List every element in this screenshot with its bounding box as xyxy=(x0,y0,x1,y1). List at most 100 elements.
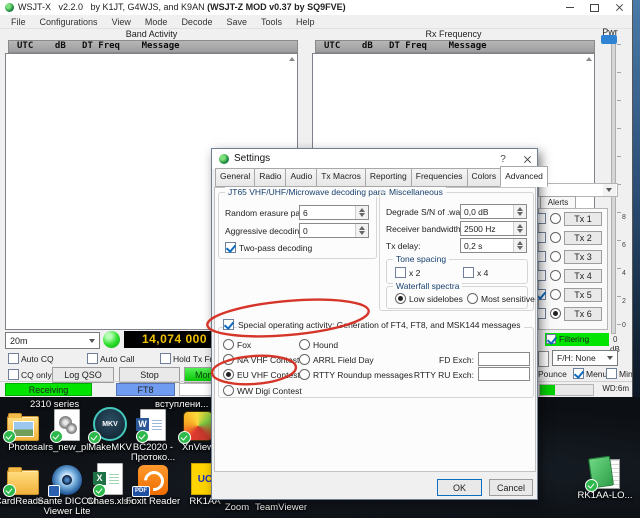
menu-bar: File Configurations View Mode Decode Sav… xyxy=(0,15,632,29)
excel-document-icon: X xyxy=(97,463,123,495)
tab-tx-macros[interactable]: Tx Macros xyxy=(316,168,366,187)
fd-exch-field[interactable] xyxy=(478,352,530,366)
aggressive-level-spinner[interactable]: 0 xyxy=(299,223,369,238)
status-lamp xyxy=(103,331,120,348)
desktop-icon-rk1aa-log[interactable]: RK1AA-LO... xyxy=(582,457,628,501)
menu-tools[interactable]: Tools xyxy=(254,17,289,27)
spinner-arrows-icon[interactable] xyxy=(513,239,526,252)
tx3-button[interactable]: Tx 3 xyxy=(564,250,602,264)
menu-file[interactable]: File xyxy=(4,17,33,27)
ww-digi-radio[interactable] xyxy=(223,385,234,396)
tx-progress-fill xyxy=(540,385,555,395)
rtty-ru-radio[interactable] xyxy=(299,369,310,380)
tx-progress xyxy=(539,384,594,396)
na-vhf-label: NA VHF Contest xyxy=(237,355,299,365)
callsign-combo-partial[interactable] xyxy=(538,183,618,197)
bandwidth-spinner[interactable]: 2500 Hz xyxy=(460,221,527,236)
menu-configurations[interactable]: Configurations xyxy=(33,17,105,27)
hound-radio[interactable] xyxy=(299,339,310,350)
mini-label: Mini xyxy=(619,369,635,379)
scroll-up-icon[interactable] xyxy=(289,57,295,61)
tab-reporting[interactable]: Reporting xyxy=(365,168,412,187)
tab-radio[interactable]: Radio xyxy=(254,168,286,187)
tx2-button[interactable]: Tx 2 xyxy=(564,231,602,245)
tx4-button[interactable]: Tx 4 xyxy=(564,269,602,283)
most-sensitive-radio[interactable] xyxy=(467,293,478,304)
tick-label: 6 xyxy=(622,242,626,249)
menus-checkbox[interactable] xyxy=(573,368,584,379)
eye-icon xyxy=(52,465,82,495)
x4-checkbox[interactable] xyxy=(463,267,474,278)
tab-colors[interactable]: Colors xyxy=(467,168,502,187)
desktop-icon-foxit[interactable]: PDF Foxit Reader xyxy=(130,463,176,507)
tone-spacing-title: Tone spacing xyxy=(393,254,449,264)
two-pass-checkbox[interactable] xyxy=(225,242,236,253)
rtty-exch-field[interactable] xyxy=(478,367,530,381)
mini-checkbox[interactable] xyxy=(606,368,617,379)
tick-label: 2 xyxy=(622,298,626,305)
cancel-button[interactable]: Cancel xyxy=(489,479,533,496)
special-activity-checkbox[interactable] xyxy=(223,319,234,330)
fh-mode-combo[interactable]: F/H: None xyxy=(552,350,618,366)
minimize-button[interactable] xyxy=(558,0,582,15)
degrade-spinner[interactable]: 0,0 dB xyxy=(460,204,527,219)
eu-vhf-radio[interactable] xyxy=(223,369,234,380)
auto-call-checkbox[interactable] xyxy=(87,353,98,364)
menu-save[interactable]: Save xyxy=(219,17,254,27)
desktop-icon-zoom[interactable]: Zoom xyxy=(214,501,260,513)
desktop-icon-sante-dicom[interactable]: Sante DICOM Viewer Lite xyxy=(44,463,90,517)
title-bar[interactable]: WSJT-X v2.2.0 by K1JT, G4WJS, and K9AN (… xyxy=(0,0,632,15)
filtering-toggle[interactable]: Filtering xyxy=(545,333,609,346)
low-sidelobes-radio[interactable] xyxy=(395,293,406,304)
tx2-radio[interactable] xyxy=(550,232,561,243)
maximize-button[interactable] xyxy=(582,0,606,15)
fox-radio[interactable] xyxy=(223,339,234,350)
desktop-icon-alrs[interactable]: alrs_new_pl... xyxy=(44,409,90,453)
tab-general[interactable]: General xyxy=(215,168,255,187)
fox-label: Fox xyxy=(237,340,251,350)
na-vhf-radio[interactable] xyxy=(223,354,234,365)
waterfall-group: Waterfall spectra Low sidelobes Most sen… xyxy=(386,286,528,309)
tab-audio[interactable]: Audio xyxy=(285,168,317,187)
tx1-radio[interactable] xyxy=(550,213,561,224)
spinner-arrows-icon[interactable] xyxy=(513,205,526,218)
tab-advanced[interactable]: Advanced xyxy=(500,166,548,187)
menu-help[interactable]: Help xyxy=(289,17,322,27)
desktop-icon-makemkv[interactable]: MKV MakeMKV xyxy=(87,409,133,453)
tx6-button[interactable]: Tx 6 xyxy=(564,307,602,321)
pwr-slider-handle[interactable] xyxy=(601,35,617,44)
dialog-title-bar[interactable]: Settings ? xyxy=(212,149,537,169)
tx6-radio[interactable] xyxy=(550,308,561,319)
tick-label: 4 xyxy=(622,270,626,277)
hold-tx-freq-checkbox[interactable] xyxy=(160,353,171,364)
ok-button[interactable]: OK xyxy=(437,479,482,496)
menu-view[interactable]: View xyxy=(105,17,138,27)
desktop-icon-bc2020[interactable]: W BC2020 - Протоко... xyxy=(130,409,176,463)
spinner-arrows-icon[interactable] xyxy=(513,222,526,235)
tx5-button[interactable]: Tx 5 xyxy=(564,288,602,302)
desktop-icon-teamviewer[interactable]: TeamViewer xyxy=(258,501,304,513)
random-erasure-spinner[interactable]: 6 xyxy=(299,205,369,220)
arrl-fd-radio[interactable] xyxy=(299,354,310,365)
foxit-icon: PDF xyxy=(138,465,168,495)
tx1-button[interactable]: Tx 1 xyxy=(564,212,602,226)
menu-decode[interactable]: Decode xyxy=(174,17,219,27)
input-partial[interactable] xyxy=(538,351,549,367)
tx4-radio[interactable] xyxy=(550,270,561,281)
auto-cq-checkbox[interactable] xyxy=(8,353,19,364)
band-select[interactable]: 20m xyxy=(5,332,100,349)
scroll-up-icon[interactable] xyxy=(586,57,592,61)
menu-mode[interactable]: Mode xyxy=(138,17,175,27)
filtering-checkbox[interactable] xyxy=(546,334,556,344)
tx5-radio[interactable] xyxy=(550,289,561,300)
cq-only-checkbox[interactable] xyxy=(8,369,19,380)
tab-frequencies[interactable]: Frequencies xyxy=(411,168,468,187)
spinner-arrows-icon[interactable] xyxy=(355,206,368,219)
x4-label: x 4 xyxy=(477,268,488,278)
close-button[interactable] xyxy=(606,0,632,15)
spinner-arrows-icon[interactable] xyxy=(355,224,368,237)
tx-delay-spinner[interactable]: 0,2 s xyxy=(460,238,527,253)
x2-checkbox[interactable] xyxy=(395,267,406,278)
tx3-radio[interactable] xyxy=(550,251,561,262)
minimize-icon xyxy=(566,7,574,8)
